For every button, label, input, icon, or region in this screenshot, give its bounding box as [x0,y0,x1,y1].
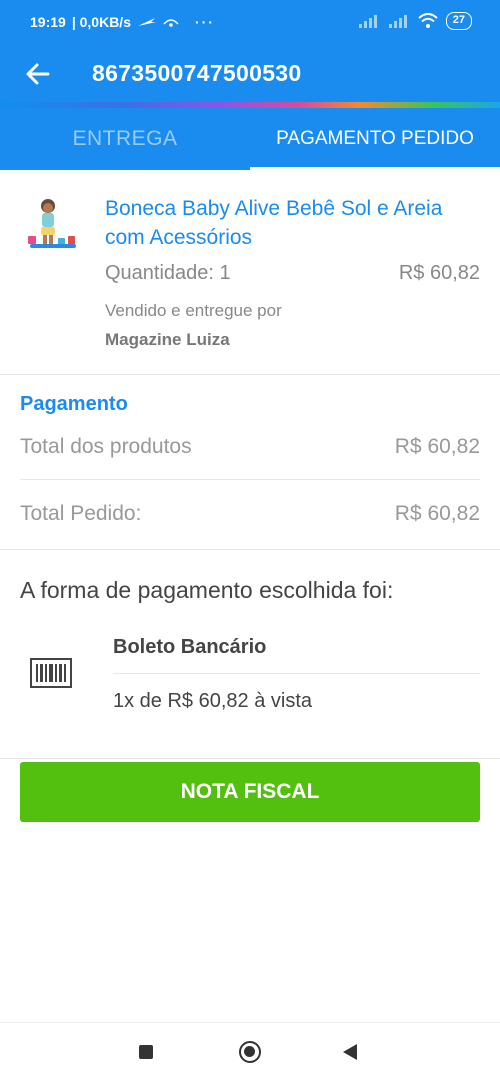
payment-installments: 1x de R$ 60,82 à vista [113,690,313,712]
notification-icon [163,19,179,27]
wifi-icon [418,13,438,28]
barcode-icon [30,658,72,688]
section-divider [0,549,500,550]
flag-icon [137,18,156,26]
payment-method-name: Boleto Bancário [113,636,267,658]
payment-method-heading: A forma de pagamento escolhida foi: [20,577,394,603]
product-name-link[interactable]: Boneca Baby Alive Bebê Sol e Areia com A… [105,194,475,252]
tab-pagamento-pedido[interactable]: PAGAMENTO PEDIDO [250,108,500,170]
battery-icon: 27 [445,12,472,30]
tab-bar: ENTREGA PAGAMENTO PEDIDO [0,108,500,170]
section-divider-2 [0,758,500,759]
row-divider [20,479,480,480]
product-quantity: Quantidade: 1 [105,262,231,284]
status-time: 19:19 [30,14,66,30]
total-order-value: R$ 60,82 [394,502,480,525]
status-bar: 19:19 | 0,0KB/s ··· 27 [0,0,500,48]
status-left: 19:19 | 0,0KB/s ··· [30,14,215,30]
sold-by-label: Vendido e entregue por [105,301,282,320]
more-notifications-icon: ··· [194,14,215,30]
seller-name: Magazine Luiza [105,330,230,349]
signal-icon [358,15,377,28]
app-bar: 8673500747500530 [0,48,500,104]
back-triangle-icon[interactable] [343,1044,357,1060]
status-right: 27 [358,12,472,30]
product-price: R$ 60,82 [398,262,480,284]
product-thumbnail[interactable] [24,196,78,252]
system-nav-bar [0,1022,500,1082]
total-order-row: Total Pedido: R$ 60,82 [20,502,480,526]
product-card: Boneca Baby Alive Bebê Sol e Areia com A… [0,170,500,375]
order-number-title: 8673500747500530 [92,60,302,86]
method-divider [113,673,480,674]
home-icon[interactable] [239,1041,261,1063]
total-products-value: R$ 60,82 [394,435,480,458]
recent-apps-icon[interactable] [139,1045,153,1059]
status-network: | 0,0KB/s [71,14,131,30]
total-products-label: Total dos produtos [20,435,192,458]
total-order-label: Total Pedido: [20,502,142,525]
tab-entrega[interactable]: ENTREGA [0,108,250,170]
nota-fiscal-button[interactable]: NOTA FISCAL [20,762,480,822]
signal-icon-2 [388,15,407,28]
total-products-row: Total dos produtos R$ 60,82 [20,435,480,459]
back-arrow-icon[interactable] [24,60,52,88]
payment-section-title: Pagamento [20,393,128,415]
